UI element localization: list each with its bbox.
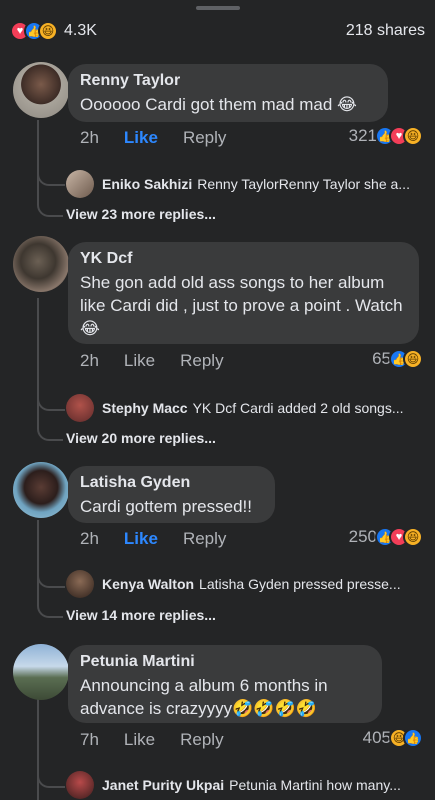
thread-connector — [37, 385, 65, 411]
avatar — [66, 394, 94, 422]
comment-time: 2h — [80, 529, 99, 548]
comment-bubble: Latisha Gyden Cardi gottem pressed!! — [68, 466, 275, 523]
comment-bubble: Renny Taylor Oooooo Cardi got them mad m… — [68, 64, 388, 122]
reaction-count: 4.3K — [64, 22, 97, 39]
reply-preview[interactable]: Eniko Sakhizi Renny TaylorRenny Taylor s… — [66, 170, 421, 198]
avatar[interactable] — [13, 62, 69, 118]
comment-text: Announcing a album 6 months in advance i… — [80, 676, 328, 718]
commenter-name[interactable]: Petunia Martini — [80, 653, 370, 671]
reaction-summary[interactable]: ♥ 👍 😆 4.3K — [10, 21, 97, 41]
like-button[interactable]: Like — [124, 128, 158, 148]
like-button[interactable]: Like — [124, 730, 155, 750]
haha-icon: 😆 — [38, 21, 58, 41]
comment-reactions[interactable]: 65 👍 😆 — [372, 348, 423, 370]
commenter-name[interactable]: Renny Taylor — [80, 72, 376, 90]
comment-reaction-count: 405 — [362, 728, 391, 747]
thread-connector — [37, 413, 63, 441]
post-stats-bar: ♥ 👍 😆 4.3K 218 shares — [10, 18, 425, 44]
comment-reaction-count: 321 — [348, 126, 377, 145]
view-more-replies-button[interactable]: View 14 more replies... — [66, 607, 216, 623]
reply-author[interactable]: Eniko Sakhizi — [102, 176, 192, 192]
comment-actions: 2h Like Reply — [80, 127, 251, 149]
reply-button[interactable]: Reply — [180, 730, 223, 750]
commenter-name[interactable]: YK Dcf — [80, 250, 407, 268]
avatar — [66, 570, 94, 598]
avatar — [66, 771, 94, 799]
comment-text: She gon add old ass songs to her album l… — [80, 273, 403, 338]
thread-connector — [37, 160, 65, 186]
reply-button[interactable]: Reply — [180, 351, 223, 371]
reply-preview[interactable]: Janet Purity Ukpai Petunia Martini how m… — [66, 771, 421, 799]
comment-reactions[interactable]: 250 👍 ♥ 😆 — [349, 526, 423, 548]
view-more-replies-button[interactable]: View 23 more replies... — [66, 206, 216, 222]
shares-count[interactable]: 218 shares — [346, 22, 425, 40]
comment-actions: 2h Like Reply — [80, 528, 251, 550]
like-button[interactable]: Like — [124, 351, 155, 371]
comment-bubble: Petunia Martini Announcing a album 6 mon… — [68, 645, 382, 723]
reply-author[interactable]: Kenya Walton — [102, 576, 194, 592]
comment-text: Oooooo Cardi got them mad mad 😂 — [80, 95, 357, 114]
thread-connector — [37, 590, 63, 618]
reply-preview[interactable]: Kenya Walton Latisha Gyden pressed press… — [66, 570, 421, 598]
thread-connector — [37, 562, 65, 588]
haha-icon: 😆 — [403, 527, 423, 547]
reply-button[interactable]: Reply — [183, 529, 226, 549]
avatar[interactable] — [13, 644, 69, 700]
comment-actions: 7h Like Reply — [80, 729, 249, 751]
haha-icon: 😆 — [403, 126, 423, 146]
reply-author[interactable]: Stephy Macc — [102, 400, 188, 416]
reply-text: Latisha Gyden pressed presse... — [199, 576, 401, 592]
reply-author[interactable]: Janet Purity Ukpai — [102, 777, 224, 793]
reply-text: YK Dcf Cardi added 2 old songs... — [192, 400, 404, 416]
sheet-grab-handle[interactable] — [196, 6, 240, 10]
avatar — [66, 170, 94, 198]
reply-preview[interactable]: Stephy Macc YK Dcf Cardi added 2 old son… — [66, 394, 421, 422]
view-more-replies-button[interactable]: View 20 more replies... — [66, 430, 216, 446]
reply-text: Petunia Martini how many... — [229, 777, 401, 793]
like-button[interactable]: Like — [124, 529, 158, 549]
comment-time: 2h — [80, 351, 99, 370]
comment-reactions[interactable]: 321 👍 ♥ 😆 — [349, 125, 423, 147]
haha-icon: 😆 — [403, 349, 423, 369]
comment-reaction-count: 250 — [348, 527, 377, 546]
comment-bubble: YK Dcf She gon add old ass songs to her … — [68, 242, 419, 344]
like-icon: 👍 — [403, 728, 423, 748]
commenter-name[interactable]: Latisha Gyden — [80, 474, 263, 492]
avatar[interactable] — [13, 462, 69, 518]
reply-button[interactable]: Reply — [183, 128, 226, 148]
comment-text: Cardi gottem pressed!! — [80, 497, 252, 516]
thread-line — [37, 698, 39, 800]
comment-time: 7h — [80, 730, 99, 749]
comment-reactions[interactable]: 405 😆 👍 — [363, 727, 423, 749]
thread-connector — [37, 190, 63, 217]
thread-connector — [37, 760, 65, 788]
reply-text: Renny TaylorRenny Taylor she a... — [197, 176, 410, 192]
comment-actions: 2h Like Reply — [80, 350, 249, 372]
comment-time: 2h — [80, 128, 99, 147]
avatar[interactable] — [13, 236, 69, 292]
